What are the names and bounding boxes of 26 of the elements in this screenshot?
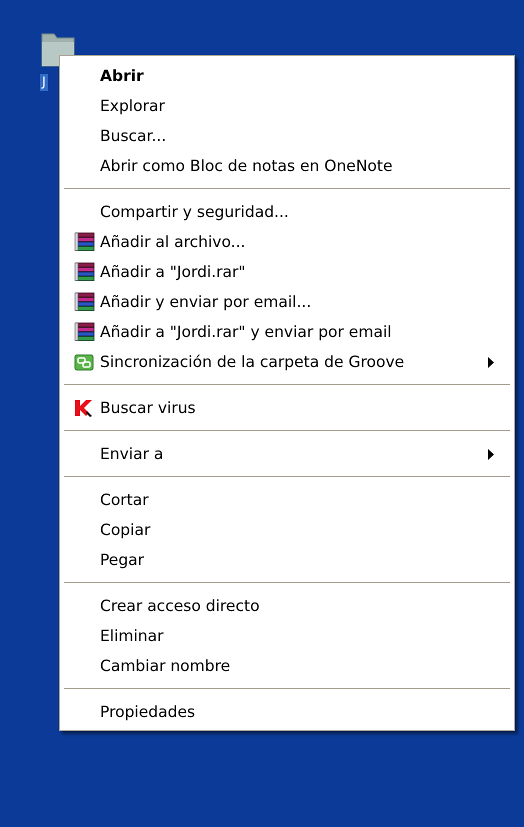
menu-item[interactable]: Buscar... [62, 121, 512, 151]
menu-item[interactable]: Cortar [62, 485, 512, 515]
menu-item[interactable]: Añadir y enviar por email... [62, 287, 512, 317]
sync-folder-icon [74, 352, 94, 372]
menu-item[interactable]: Cambiar nombre [62, 651, 512, 681]
books-stack-icon [74, 262, 96, 282]
menu-item[interactable]: Crear acceso directo [62, 591, 512, 621]
menu-item[interactable]: Pegar [62, 545, 512, 575]
menu-item[interactable]: Copiar [62, 515, 512, 545]
menu-item[interactable]: Compartir y seguridad... [62, 197, 512, 227]
books-stack-icon [74, 292, 96, 312]
menu-item[interactable]: Buscar virus [62, 393, 512, 423]
books-stack-icon [74, 322, 96, 342]
menu-item[interactable]: Añadir al archivo... [62, 227, 512, 257]
menu-item[interactable]: Explorar [62, 91, 512, 121]
menu-item[interactable]: Abrir como Bloc de notas en OneNote [62, 151, 512, 181]
k-shield-icon [74, 398, 94, 418]
menu-item[interactable]: Añadir a "Jordi.rar" y enviar por email [62, 317, 512, 347]
books-stack-icon [74, 232, 96, 252]
menu-item[interactable]: Propiedades [62, 697, 512, 727]
menu-item[interactable]: Añadir a "Jordi.rar" [62, 257, 512, 287]
folder-label[interactable]: J [40, 74, 48, 91]
menu-item[interactable]: Eliminar [62, 621, 512, 651]
menu-item[interactable]: Sincronización de la carpeta de Groove [62, 347, 512, 377]
menu-item[interactable]: Enviar a [62, 439, 512, 469]
menu-item[interactable]: Abrir [62, 61, 512, 91]
